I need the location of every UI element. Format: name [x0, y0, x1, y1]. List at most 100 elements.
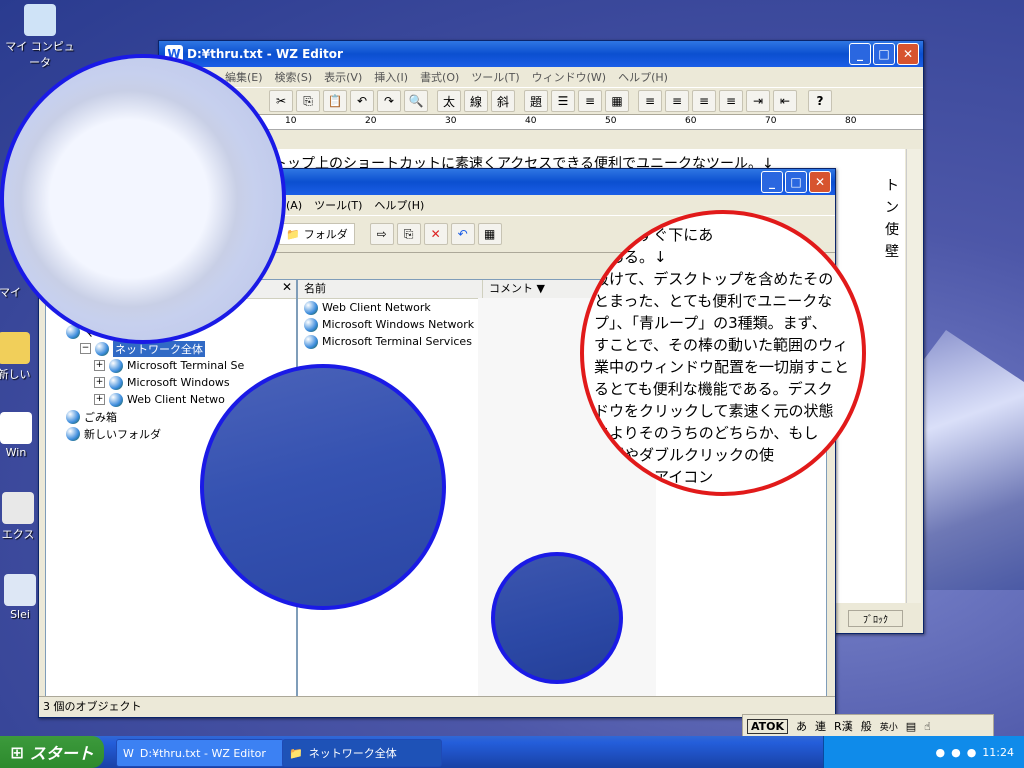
magnified-line: 業中のウィンドウ配置を一切崩すこと	[594, 358, 850, 376]
ruler-mark: 60	[685, 116, 697, 126]
tree-item-label: 新しいフォルダ	[84, 427, 161, 441]
close-button[interactable]: ✕	[897, 43, 919, 65]
network-icon	[66, 409, 80, 424]
computer-icon	[24, 4, 56, 36]
find-icon[interactable]: 🔍	[404, 90, 428, 112]
minimize-button[interactable]: _	[849, 43, 871, 65]
blue-circle-overlay	[200, 364, 446, 610]
system-tray: ● ● ● 11:24	[823, 736, 1024, 768]
start-button[interactable]: ⊞ スタート	[0, 736, 104, 768]
magnified-text: あけ、すぐ下にあ もある。↓ 抜けて、デスクトップを含めたその とまった、とても便利で…	[594, 224, 849, 488]
cut-icon[interactable]: ✂	[269, 90, 293, 112]
atok-language-bar[interactable]: ATOK あ 連 R漢 般 英小 ▤ ☝	[742, 714, 994, 738]
atok-mode-general[interactable]: 般	[861, 718, 872, 734]
desktop-icon-my-computer[interactable]: マイ コンピュータ	[0, 4, 80, 70]
menu-format[interactable]: 書式(O)	[420, 69, 459, 85]
magnified-line: すことで、その棒の動いた範囲のウィ	[594, 336, 848, 354]
magnified-line: るとても便利な機能である。デスク	[594, 380, 833, 398]
list-item-label: Microsoft Terminal Services	[322, 335, 472, 348]
numbered-list-icon[interactable]: ≡	[578, 90, 602, 112]
desktop-icon-label: マイ コンピュータ	[5, 40, 75, 69]
align-right-icon[interactable]: ≡	[692, 90, 716, 112]
window-title: D:¥thru.txt - WZ Editor	[187, 47, 343, 61]
views-icon[interactable]: ▦	[477, 223, 502, 245]
task-wz-editor[interactable]: W D:¥thru.txt - WZ Editor	[116, 739, 284, 767]
clock[interactable]: 11:24	[982, 746, 1014, 759]
help-icon[interactable]: ?	[808, 90, 832, 112]
minimize-button[interactable]: _	[761, 171, 783, 193]
moon-image	[0, 54, 286, 344]
desktop-icon-label: エクス	[1, 528, 35, 541]
hand-icon[interactable]: ☝	[924, 720, 931, 733]
table-icon[interactable]: ▦	[605, 90, 629, 112]
indent-icon[interactable]: ⇥	[746, 90, 770, 112]
column-comment-label: コメント	[489, 282, 533, 295]
desktop-icon-label: 新しい	[0, 368, 31, 381]
menu-edit[interactable]: 編集(E)	[225, 69, 263, 85]
close-icon[interactable]: ✕	[282, 280, 292, 294]
copy-icon[interactable]: ⎘	[296, 90, 320, 112]
heading-icon[interactable]: 題	[524, 90, 548, 112]
network-icon	[66, 426, 80, 441]
close-button[interactable]: ✕	[809, 171, 831, 193]
tray-app-icon[interactable]: ●	[935, 746, 945, 759]
tray-app-icon[interactable]: ●	[967, 746, 977, 759]
atok-label: ATOK	[747, 718, 789, 734]
dictionary-icon[interactable]: ▤	[906, 720, 916, 733]
justify-icon[interactable]: ≡	[719, 90, 743, 112]
expand-icon[interactable]: +	[94, 377, 105, 388]
bold-icon[interactable]: 太	[437, 90, 461, 112]
atok-mode-hiragana[interactable]: あ	[796, 718, 807, 734]
folder-icon: 📁	[289, 746, 303, 760]
magnified-line: 抜けて、デスクトップを含めたその	[594, 270, 834, 288]
folders-button[interactable]: 📁 フォルダ	[279, 223, 355, 245]
tree-item-label: Microsoft Terminal Se	[127, 359, 245, 372]
undo-icon[interactable]: ↶	[450, 223, 475, 245]
ruler-mark: 10	[285, 116, 297, 126]
menu-help[interactable]: ヘルプ(H)	[618, 69, 668, 85]
tree-item-label: Microsoft Windows	[127, 376, 230, 389]
underline-icon[interactable]: 線	[464, 90, 488, 112]
outdent-icon[interactable]: ⇤	[773, 90, 797, 112]
move-to-icon[interactable]: ⇨	[369, 223, 394, 245]
vertical-scrollbar[interactable]	[906, 149, 921, 603]
align-left-icon[interactable]: ≡	[638, 90, 662, 112]
menu-insert[interactable]: 挿入(I)	[374, 69, 408, 85]
taskbar: ⊞ スタート W D:¥thru.txt - WZ Editor 📁 ネットワー…	[0, 736, 1024, 768]
copy-to-icon[interactable]: ⎘	[396, 223, 421, 245]
task-label: D:¥thru.txt - WZ Editor	[139, 746, 266, 760]
menu-window[interactable]: ウィンドウ(W)	[532, 69, 606, 85]
maximize-button[interactable]: □	[873, 43, 895, 65]
menu-help[interactable]: ヘルプ(H)	[374, 197, 424, 213]
tree-item[interactable]: + Microsoft Terminal Se	[46, 357, 296, 374]
menu-tools[interactable]: ツール(T)	[471, 69, 519, 85]
bullet-list-icon[interactable]: ☰	[551, 90, 575, 112]
network-icon	[109, 358, 123, 373]
atok-mode-alpha-lower[interactable]: 英小	[880, 720, 898, 733]
paste-icon[interactable]: 📋	[323, 90, 347, 112]
maximize-button[interactable]: □	[785, 171, 807, 193]
wz-editor-titlebar[interactable]: W D:¥thru.txt - WZ Editor _ □ ✕	[159, 41, 923, 67]
menu-view[interactable]: 表示(V)	[324, 69, 362, 85]
atok-mode-conversion[interactable]: 連	[815, 718, 826, 734]
tree-item[interactable]: − ネットワーク全体	[46, 340, 296, 357]
menu-tools[interactable]: ツール(T)	[314, 197, 362, 213]
expand-icon[interactable]: +	[94, 394, 105, 405]
ruler-mark: 70	[765, 116, 777, 126]
menu-search[interactable]: 検索(S)	[275, 69, 313, 85]
undo-icon[interactable]: ↶	[350, 90, 374, 112]
shortcut-icon	[2, 492, 34, 524]
delete-icon[interactable]: ✕	[423, 223, 448, 245]
magnified-line: ッグやダブルクリックの使	[594, 446, 775, 464]
block-indicator: ﾌﾞﾛｯｸ	[848, 610, 903, 627]
expand-icon[interactable]: +	[94, 360, 105, 371]
column-name[interactable]: 名前	[298, 280, 483, 298]
atok-mode-roman[interactable]: R漢	[834, 718, 853, 734]
redo-icon[interactable]: ↷	[377, 90, 401, 112]
tray-app-icon[interactable]: ●	[951, 746, 961, 759]
task-explorer[interactable]: 📁 ネットワーク全体	[282, 739, 442, 767]
italic-icon[interactable]: 斜	[491, 90, 515, 112]
shortcut-icon	[4, 574, 36, 606]
align-center-icon[interactable]: ≡	[665, 90, 689, 112]
collapse-icon[interactable]: −	[80, 343, 91, 354]
